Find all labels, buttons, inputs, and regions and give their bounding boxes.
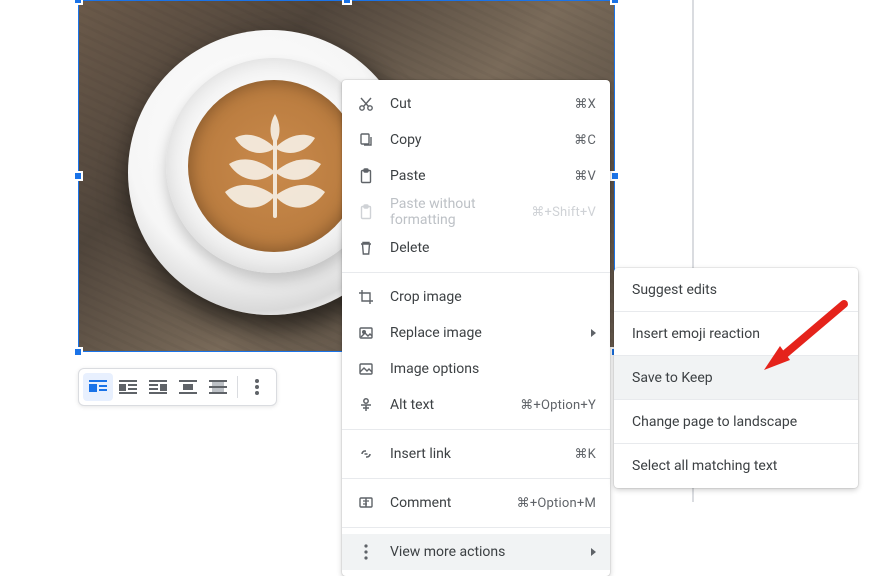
latte-art [225, 108, 325, 228]
resize-handle-w[interactable] [74, 172, 82, 180]
menu-label: View more actions [390, 544, 596, 560]
behind-text-button[interactable] [203, 373, 233, 401]
menu-label: Alt text [390, 397, 520, 413]
menu-item-cut[interactable]: Cut ⌘X [342, 86, 610, 122]
submenu-item-select-all-matching-text[interactable]: Select all matching text [614, 444, 858, 488]
menu-label: Paste without formatting [390, 196, 531, 228]
resize-handle-e[interactable] [611, 172, 619, 180]
menu-item-paste[interactable]: Paste ⌘V [342, 158, 610, 194]
resize-handle-ne[interactable] [611, 0, 619, 4]
paste-plain-icon [356, 202, 376, 222]
menu-shortcut: ⌘+Option+Y [520, 398, 596, 413]
menu-shortcut: ⌘+Shift+V [531, 205, 596, 220]
submenu-item-save-to-keep[interactable]: Save to Keep [614, 356, 858, 400]
menu-label: Copy [390, 132, 574, 148]
menu-item-comment[interactable]: Comment ⌘+Option+M [342, 485, 610, 521]
menu-separator [342, 527, 610, 528]
menu-label: Comment [390, 495, 517, 511]
menu-item-image-options[interactable]: Image options [342, 351, 610, 387]
wrap-right-button[interactable] [143, 373, 173, 401]
wrap-left-button[interactable] [113, 373, 143, 401]
submenu-label: Save to Keep [632, 370, 713, 386]
copy-icon [356, 130, 376, 150]
alt-text-icon [356, 395, 376, 415]
image-options-icon [356, 359, 376, 379]
menu-label: Delete [390, 240, 596, 256]
menu-item-insert-link[interactable]: Insert link ⌘K [342, 436, 610, 472]
submenu-item-change-page-to-landscape[interactable]: Change page to landscape [614, 400, 858, 444]
menu-item-alt-text[interactable]: Alt text ⌘+Option+Y [342, 387, 610, 423]
menu-separator [342, 272, 610, 273]
menu-shortcut: ⌘V [574, 169, 596, 184]
more-actions-submenu: Suggest edits Insert emoji reaction Save… [614, 268, 858, 488]
link-icon [356, 444, 376, 464]
menu-item-replace-image[interactable]: Replace image [342, 315, 610, 351]
comment-icon [356, 493, 376, 513]
resize-handle-sw[interactable] [74, 348, 82, 356]
menu-separator [342, 478, 610, 479]
replace-image-icon [356, 323, 376, 343]
menu-label: Paste [390, 168, 574, 184]
menu-item-paste-plain: Paste without formatting ⌘+Shift+V [342, 194, 610, 230]
menu-label: Cut [390, 96, 574, 112]
more-options-button[interactable] [242, 373, 272, 401]
menu-label: Image options [390, 361, 596, 377]
submenu-caret-icon [591, 329, 596, 337]
submenu-label: Suggest edits [632, 282, 717, 298]
image-wrap-toolbar [78, 368, 277, 406]
menu-shortcut: ⌘X [574, 97, 596, 112]
more-vert-icon [356, 542, 376, 562]
submenu-caret-icon [591, 548, 596, 556]
submenu-label: Select all matching text [632, 458, 777, 474]
submenu-label: Change page to landscape [632, 414, 797, 430]
menu-separator [342, 429, 610, 430]
submenu-label: Insert emoji reaction [632, 326, 760, 342]
menu-shortcut: ⌘C [574, 133, 596, 148]
cut-icon [356, 94, 376, 114]
menu-shortcut: ⌘+Option+M [517, 496, 596, 511]
submenu-item-insert-emoji-reaction[interactable]: Insert emoji reaction [614, 312, 858, 356]
menu-item-delete[interactable]: Delete [342, 230, 610, 266]
paste-icon [356, 166, 376, 186]
menu-shortcut: ⌘K [574, 447, 596, 462]
delete-icon [356, 238, 376, 258]
menu-item-view-more-actions[interactable]: View more actions [342, 534, 610, 570]
wrap-inline-button[interactable] [83, 373, 113, 401]
resize-handle-n[interactable] [343, 0, 351, 4]
menu-label: Insert link [390, 446, 574, 462]
crop-icon [356, 287, 376, 307]
submenu-item-suggest-edits[interactable]: Suggest edits [614, 268, 858, 312]
menu-label: Replace image [390, 325, 596, 341]
break-text-button[interactable] [173, 373, 203, 401]
toolbar-separator [237, 376, 238, 398]
menu-item-crop[interactable]: Crop image [342, 279, 610, 315]
menu-item-copy[interactable]: Copy ⌘C [342, 122, 610, 158]
menu-label: Crop image [390, 289, 596, 305]
resize-handle-nw[interactable] [74, 0, 82, 4]
